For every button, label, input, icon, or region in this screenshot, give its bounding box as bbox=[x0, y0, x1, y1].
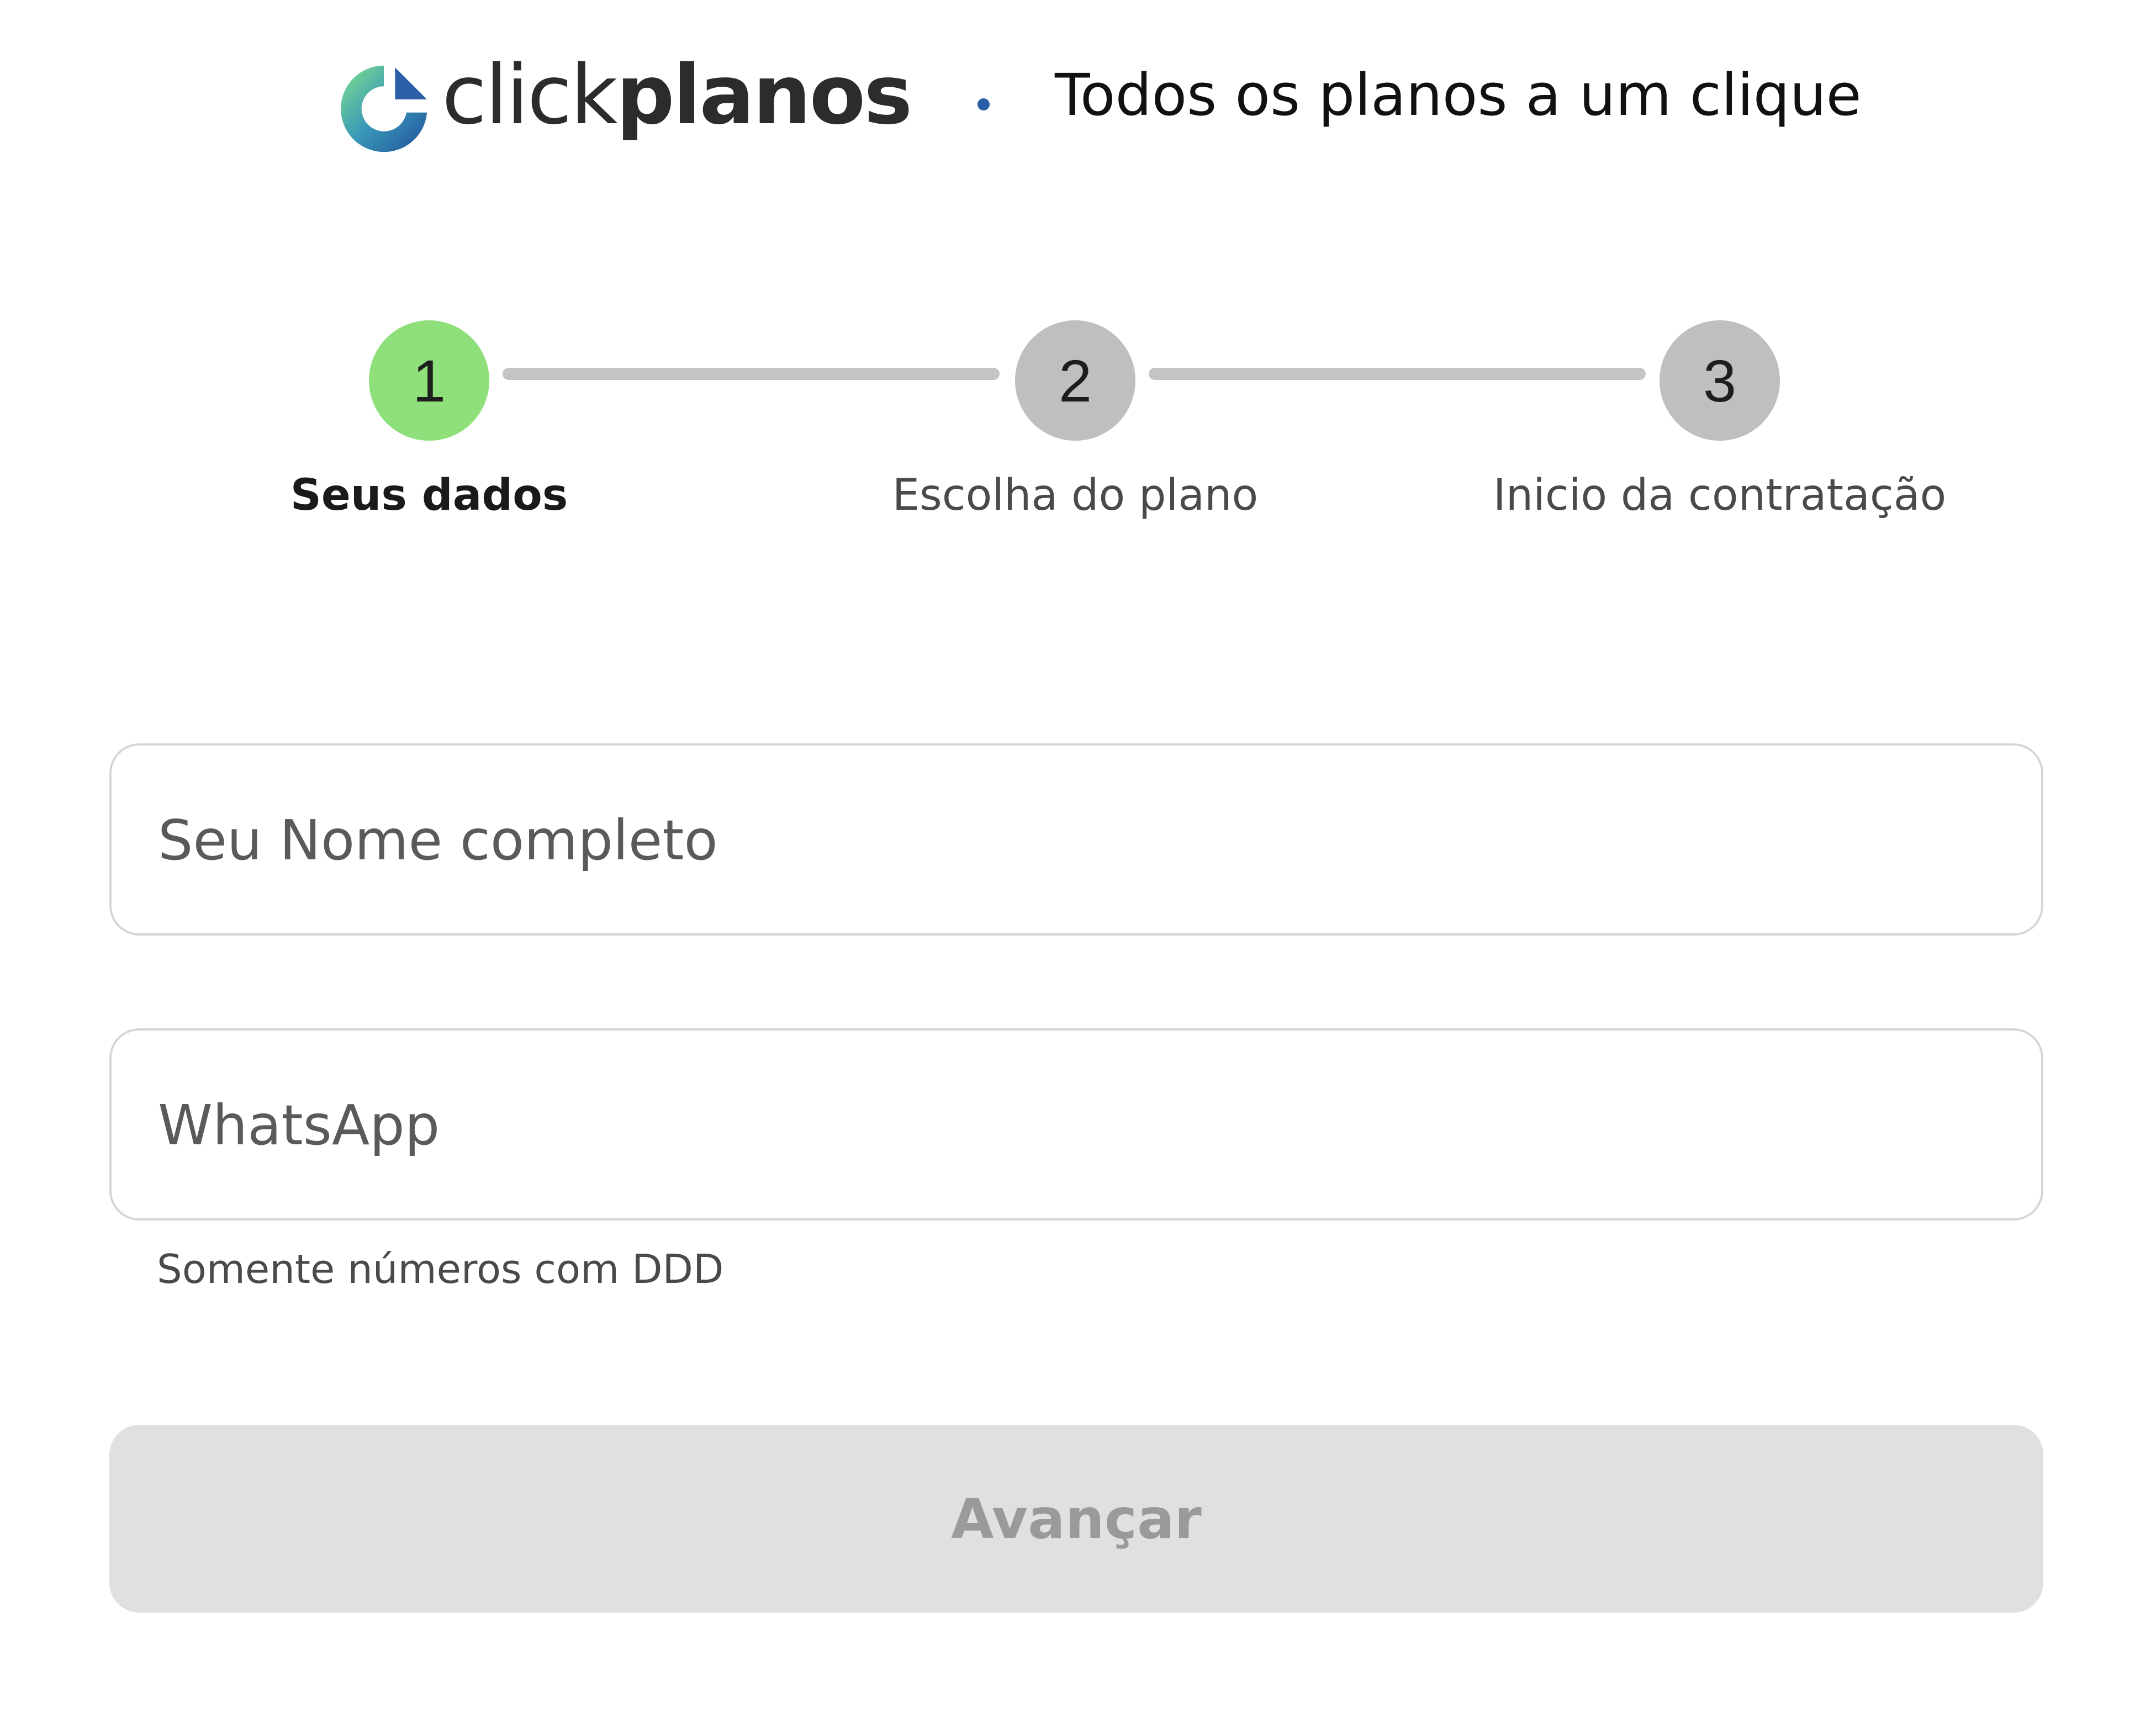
header: clickplanos Todos os planos a um clique bbox=[0, 0, 2156, 199]
brand-tagline: Todos os planos a um clique bbox=[1055, 61, 1862, 129]
full-name-input[interactable] bbox=[157, 746, 1981, 934]
advance-button[interactable]: Avançar bbox=[109, 1425, 2043, 1613]
step-2-indicator: 2 bbox=[1015, 320, 1135, 441]
step-1-indicator: 1 bbox=[369, 320, 489, 441]
step-connector bbox=[1149, 368, 1646, 380]
clickplanos-logo-icon bbox=[341, 65, 427, 152]
step-3-label: Inicio da contratação bbox=[1493, 471, 1947, 520]
separator-dot bbox=[977, 98, 990, 110]
brand-name-light: click bbox=[442, 47, 618, 142]
progress-stepper: 1 2 3 Seus dados Escolha do plano Inicio… bbox=[0, 309, 2156, 541]
step-2-label: Escolha do plano bbox=[892, 471, 1259, 520]
whatsapp-helper-text: Somente números com DDD bbox=[157, 1246, 724, 1292]
whatsapp-field[interactable] bbox=[109, 1028, 2043, 1221]
brand-name: clickplanos bbox=[442, 54, 912, 136]
whatsapp-input[interactable] bbox=[157, 1031, 1981, 1219]
step-1-label: Seus dados bbox=[290, 471, 568, 520]
full-name-field[interactable] bbox=[109, 743, 2043, 936]
step-connector bbox=[503, 368, 1000, 380]
step-3-indicator: 3 bbox=[1660, 320, 1780, 441]
brand-name-bold: planos bbox=[616, 47, 913, 142]
